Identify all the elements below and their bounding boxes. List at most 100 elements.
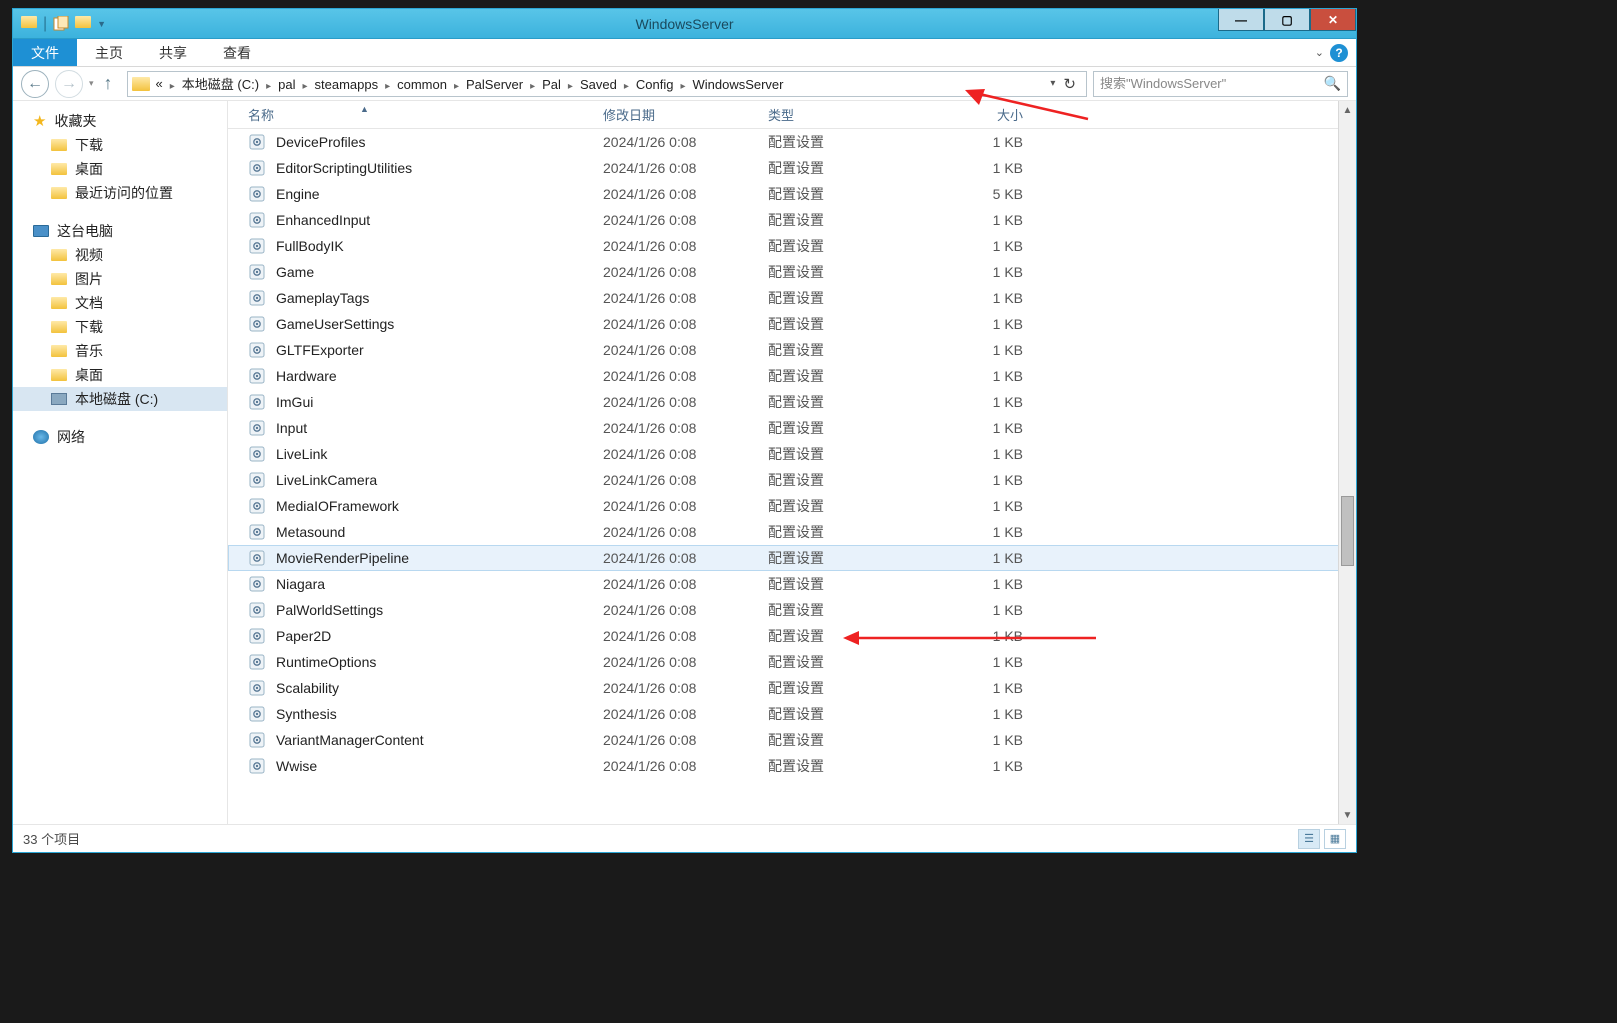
file-row[interactable]: EnhancedInput2024/1/26 0:08配置设置1 KB [228, 207, 1356, 233]
nav-item[interactable]: 本地磁盘 (C:) [13, 387, 227, 411]
maximize-button[interactable]: ▢ [1264, 9, 1310, 31]
file-row[interactable]: Engine2024/1/26 0:08配置设置5 KB [228, 181, 1356, 207]
nav-item[interactable]: 最近访问的位置 [13, 181, 227, 205]
file-row[interactable]: EditorScriptingUtilities2024/1/26 0:08配置… [228, 155, 1356, 181]
address-bar[interactable]: « ▸本地磁盘 (C:)▸pal▸steamapps▸common▸PalSer… [127, 71, 1087, 97]
nav-item[interactable]: 桌面 [13, 363, 227, 387]
chevron-right-icon[interactable]: ▸ [297, 81, 312, 92]
statusbar: 33 个项目 ☰ ▦ [13, 824, 1356, 852]
forward-button[interactable]: → [55, 70, 83, 98]
nav-favorites[interactable]: ★ 收藏夹 [13, 109, 227, 133]
breadcrumb-segment[interactable]: Saved [578, 77, 619, 92]
nav-item[interactable]: 下载 [13, 315, 227, 339]
col-date[interactable]: 修改日期 [603, 105, 768, 124]
search-icon[interactable]: 🔍 [1324, 75, 1341, 92]
chevron-right-icon[interactable]: ▸ [449, 81, 464, 92]
search-box[interactable]: 🔍 [1093, 71, 1348, 97]
scroll-thumb[interactable] [1341, 496, 1354, 566]
file-row[interactable]: RuntimeOptions2024/1/26 0:08配置设置1 KB [228, 649, 1356, 675]
breadcrumb-segment[interactable]: common [395, 77, 449, 92]
tab-home[interactable]: 主页 [77, 39, 141, 66]
file-row[interactable]: GameplayTags2024/1/26 0:08配置设置1 KB [228, 285, 1356, 311]
nav-item[interactable]: 音乐 [13, 339, 227, 363]
file-type: 配置设置 [768, 704, 938, 724]
breadcrumb-segment[interactable]: PalServer [464, 77, 525, 92]
scroll-up-icon[interactable]: ▲ [1339, 101, 1356, 119]
tab-share[interactable]: 共享 [141, 39, 205, 66]
nav-item[interactable]: 下载 [13, 133, 227, 157]
file-row[interactable]: Niagara2024/1/26 0:08配置设置1 KB [228, 571, 1356, 597]
chevron-right-icon[interactable]: ▸ [380, 81, 395, 92]
back-button[interactable]: ← [21, 70, 49, 98]
breadcrumb-segment[interactable]: pal [276, 77, 297, 92]
view-details-button[interactable]: ☰ [1298, 829, 1320, 849]
file-row[interactable]: MediaIOFramework2024/1/26 0:08配置设置1 KB [228, 493, 1356, 519]
qat-dropdown-icon[interactable]: ▼ [97, 19, 106, 29]
col-name[interactable]: 名称 ▲ [248, 105, 603, 124]
refresh-icon[interactable]: ↻ [1063, 75, 1076, 93]
col-size[interactable]: 大小 [938, 105, 1033, 124]
file-row[interactable]: Game2024/1/26 0:08配置设置1 KB [228, 259, 1356, 285]
file-row[interactable]: GameUserSettings2024/1/26 0:08配置设置1 KB [228, 311, 1356, 337]
file-row[interactable]: Metasound2024/1/26 0:08配置设置1 KB [228, 519, 1356, 545]
chevron-right-icon[interactable]: ▸ [619, 81, 634, 92]
nav-item-label: 桌面 [75, 365, 103, 385]
new-folder-icon[interactable] [75, 16, 91, 32]
file-row[interactable]: Synthesis2024/1/26 0:08配置设置1 KB [228, 701, 1356, 727]
nav-this-pc[interactable]: 这台电脑 [13, 219, 227, 243]
file-row[interactable]: FullBodyIK2024/1/26 0:08配置设置1 KB [228, 233, 1356, 259]
minimize-button[interactable]: — [1218, 9, 1264, 31]
nav-item-label: 下载 [75, 135, 103, 155]
file-row[interactable]: Input2024/1/26 0:08配置设置1 KB [228, 415, 1356, 441]
file-row[interactable]: Wwise2024/1/26 0:08配置设置1 KB [228, 753, 1356, 779]
scroll-down-icon[interactable]: ▼ [1339, 806, 1356, 824]
nav-item[interactable]: 文档 [13, 291, 227, 315]
file-row[interactable]: MovieRenderPipeline2024/1/26 0:08配置设置1 K… [228, 545, 1356, 571]
breadcrumb-segment[interactable]: Config [634, 77, 676, 92]
col-type[interactable]: 类型 [768, 105, 938, 124]
address-dropdown-icon[interactable]: ▾ [1050, 78, 1055, 89]
chevron-right-icon[interactable]: ▸ [675, 81, 690, 92]
breadcrumb-segment[interactable]: Pal [540, 77, 563, 92]
file-row[interactable]: LiveLinkCamera2024/1/26 0:08配置设置1 KB [228, 467, 1356, 493]
file-date: 2024/1/26 0:08 [603, 706, 768, 722]
file-name: Wwise [276, 758, 603, 774]
chevron-right-icon[interactable]: ▸ [563, 81, 578, 92]
up-button[interactable]: ↑ [100, 73, 117, 94]
file-row[interactable]: GLTFExporter2024/1/26 0:08配置设置1 KB [228, 337, 1356, 363]
file-row[interactable]: ImGui2024/1/26 0:08配置设置1 KB [228, 389, 1356, 415]
file-tab[interactable]: 文件 [13, 39, 77, 66]
file-row[interactable]: LiveLink2024/1/26 0:08配置设置1 KB [228, 441, 1356, 467]
file-row[interactable]: Hardware2024/1/26 0:08配置设置1 KB [228, 363, 1356, 389]
nav-item[interactable]: 桌面 [13, 157, 227, 181]
breadcrumb-segment[interactable]: steamapps [313, 77, 381, 92]
file-row[interactable]: DeviceProfiles2024/1/26 0:08配置设置1 KB [228, 129, 1356, 155]
chevron-right-icon[interactable]: ▸ [525, 81, 540, 92]
file-row[interactable]: VariantManagerContent2024/1/26 0:08配置设置1… [228, 727, 1356, 753]
view-icons-button[interactable]: ▦ [1324, 829, 1346, 849]
breadcrumb-segment[interactable]: 本地磁盘 (C:) [180, 77, 261, 92]
nav-item-label: 最近访问的位置 [75, 183, 173, 203]
nav-item[interactable]: 图片 [13, 267, 227, 291]
expand-ribbon-icon[interactable]: ⌄ [1315, 46, 1324, 59]
help-icon[interactable]: ? [1330, 44, 1348, 62]
file-row[interactable]: Paper2D2024/1/26 0:08配置设置1 KB [228, 623, 1356, 649]
scrollbar[interactable]: ▲ ▼ [1338, 101, 1356, 824]
file-size: 1 KB [938, 238, 1033, 254]
config-file-icon [248, 315, 266, 333]
breadcrumb-overflow[interactable]: « [154, 76, 165, 91]
file-row[interactable]: Scalability2024/1/26 0:08配置设置1 KB [228, 675, 1356, 701]
history-dropdown-icon[interactable]: ▾ [89, 78, 94, 89]
properties-icon[interactable] [53, 16, 69, 32]
close-button[interactable]: ✕ [1310, 9, 1356, 31]
nav-network[interactable]: 网络 [13, 425, 227, 449]
chevron-right-icon[interactable]: ▸ [261, 81, 276, 92]
titlebar: | ▼ WindowsServer — ▢ ✕ [13, 9, 1356, 39]
search-input[interactable] [1100, 76, 1324, 91]
file-type: 配置设置 [768, 522, 938, 542]
tab-view[interactable]: 查看 [205, 39, 269, 66]
nav-item[interactable]: 视频 [13, 243, 227, 267]
chevron-right-icon[interactable]: ▸ [165, 81, 180, 92]
file-row[interactable]: PalWorldSettings2024/1/26 0:08配置设置1 KB [228, 597, 1356, 623]
breadcrumb-segment[interactable]: WindowsServer [690, 77, 785, 92]
